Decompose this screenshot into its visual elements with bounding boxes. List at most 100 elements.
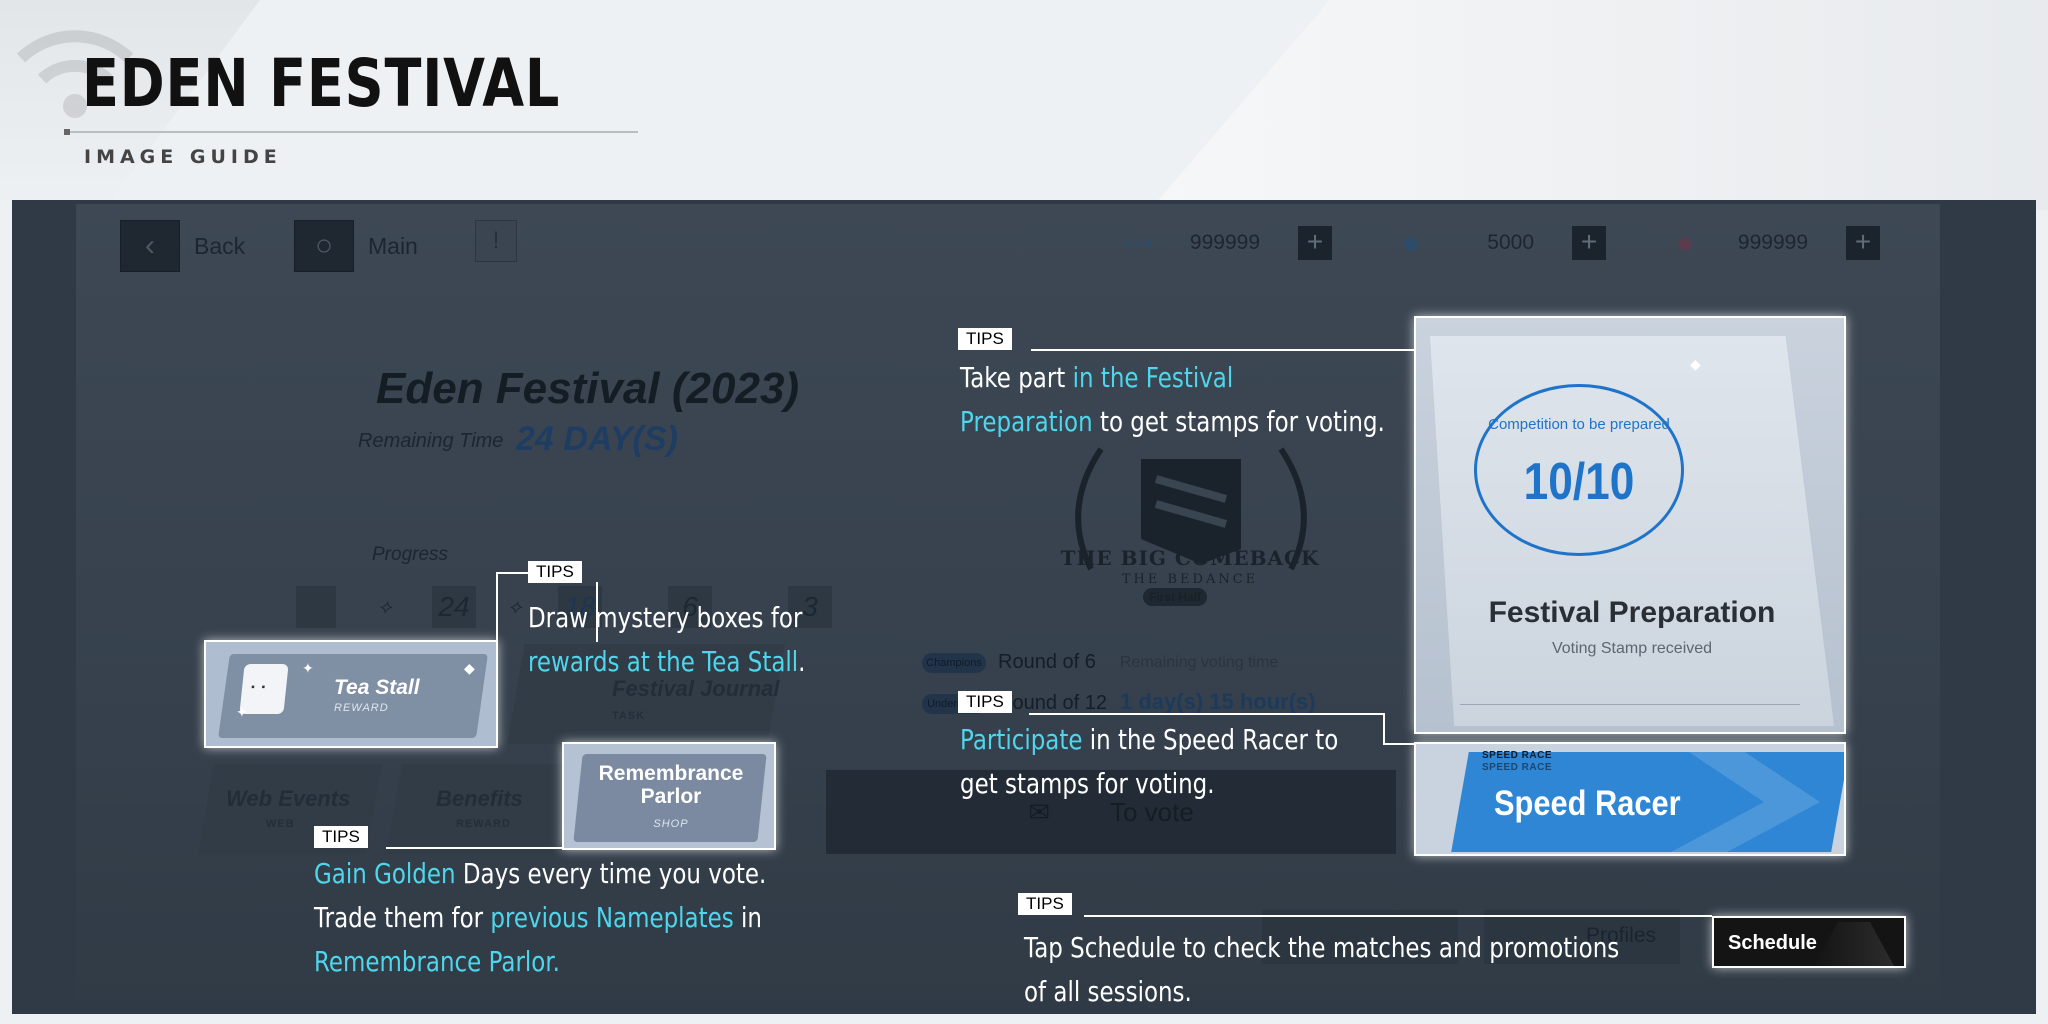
- tip-line: Gain Golden Days every time you vote.: [314, 852, 766, 896]
- tip-line: of all sessions.: [1024, 975, 1192, 1008]
- callout-line: [1383, 713, 1385, 745]
- tip-festival-preparation: Take part in the Festival Preparation to…: [960, 356, 1385, 444]
- progress-arrow-icon: ⟡: [378, 596, 392, 618]
- tip-line: Take part in the Festival: [960, 356, 1385, 400]
- callout-line: [1029, 713, 1385, 715]
- add-ticket-button[interactable]: +: [1298, 226, 1332, 260]
- preparation-caption: Competition to be prepared: [1488, 416, 1670, 433]
- callout-line: [1084, 915, 1712, 917]
- tea-stall-sub: REWARD: [334, 702, 389, 714]
- tip-text: Days every time you vote.: [455, 857, 767, 890]
- tip-text: Take part: [960, 361, 1073, 394]
- festival-preparation-card[interactable]: ◆ Competition to be prepared 10/10 Festi…: [1414, 316, 1846, 734]
- tip-line: Preparation to get stamps for voting.: [960, 400, 1385, 444]
- tip-golden-days: Gain Golden Days every time you vote. Tr…: [314, 852, 766, 984]
- back-label: Back: [194, 232, 246, 259]
- web-events-sub: WEB: [266, 818, 295, 830]
- emblem-subtitle: THE BEDANCE: [1121, 572, 1259, 587]
- tips-tag: TIPS: [958, 328, 1012, 350]
- page-title: EDEN FESTIVAL: [82, 45, 561, 122]
- emblem-title: THE BIG COMEBACK: [1060, 546, 1320, 570]
- tips-tag: TIPS: [958, 691, 1012, 713]
- tip-line: Remembrance Parlor.: [314, 945, 560, 978]
- preparation-count: 10/10: [1523, 453, 1635, 511]
- page-subtitle: IMAGE GUIDE: [84, 146, 282, 168]
- festival-journal-sub: TASK: [612, 710, 646, 722]
- diamond-icon: ◆: [1690, 356, 1701, 372]
- tip-highlight: previous Nameplates: [490, 901, 734, 934]
- tea-stall-button[interactable]: ✦ ✦ ◆ Tea Stall REWARD: [204, 640, 498, 748]
- chevron-right-icon: [1671, 752, 1829, 852]
- web-events-label: Web Events: [226, 786, 351, 811]
- progress-start-icon: [296, 586, 336, 628]
- callout-line: [496, 572, 498, 642]
- round2-label: Round of 12: [998, 692, 1107, 714]
- info-icon[interactable]: !: [475, 220, 517, 262]
- round1-label: Round of 6: [998, 651, 1096, 673]
- add-stamp-button[interactable]: +: [1572, 226, 1606, 260]
- remaining-time-value: 24 DAY(S): [516, 420, 678, 458]
- festival-preparation-title: Festival Preparation: [1488, 596, 1776, 629]
- parlor-label: Remembrance Parlor: [598, 762, 744, 808]
- currency-value: 999999: [1189, 231, 1260, 254]
- tip-highlight: in the Festival: [1072, 361, 1234, 394]
- tea-stall-label: Tea Stall: [334, 676, 420, 699]
- tip-highlight: Participate: [960, 723, 1083, 756]
- remaining-voting-label: Remaining voting time: [1120, 654, 1279, 671]
- sparkle-icon: ✦: [236, 704, 248, 720]
- callout-line: [496, 572, 528, 574]
- diamond-icon: ◆: [464, 660, 475, 676]
- remaining-time-label: Remaining Time: [358, 430, 504, 452]
- tip-line: Trade them for previous Nameplates in: [314, 896, 766, 940]
- header-decoration-right: [1150, 0, 2048, 210]
- tip-highlight: rewards at the Tea Stall: [528, 645, 799, 678]
- tip-highlight: Preparation: [960, 405, 1093, 438]
- add-gem-button[interactable]: +: [1846, 226, 1880, 260]
- tip-schedule: Tap Schedule to check the matches and pr…: [1024, 926, 1619, 1014]
- back-arrow-icon: ‹: [120, 220, 180, 272]
- main-label: Main: [368, 232, 418, 259]
- currency-stamp: ◆ 5000 +: [1390, 226, 1606, 260]
- speed-racer-label: Speed Racer: [1494, 784, 1681, 823]
- main-button[interactable]: ○ Main: [294, 220, 418, 272]
- tip-text: in: [733, 901, 762, 934]
- tip-text: in the Speed Racer to: [1082, 723, 1339, 756]
- tip-line: rewards at the Tea Stall.: [528, 640, 805, 684]
- champions-badge: Champions: [922, 653, 986, 673]
- event-title: Eden Festival (2023): [376, 364, 800, 413]
- tips-tag: TIPS: [528, 561, 582, 583]
- stamp-icon: ◆: [1402, 230, 1420, 255]
- speed-race-tag: SPEED RACE SPEED RACE: [1482, 750, 1552, 774]
- progress-label: Progress: [372, 544, 449, 565]
- currency-value: 999999: [1737, 231, 1808, 254]
- first-half-badge: First Half: [1143, 588, 1207, 606]
- voting-countdown: 1 day(s) 15 hour(s): [1120, 689, 1316, 714]
- benefits-sub: REWARD: [456, 818, 511, 830]
- tip-text: .: [798, 645, 806, 678]
- currency-value: 5000: [1487, 231, 1534, 254]
- ticket-icon: ⟿: [1121, 230, 1153, 255]
- divider: [1460, 704, 1800, 705]
- tip-line: Tap Schedule to check the matches and pr…: [1024, 931, 1620, 964]
- remembrance-parlor-button[interactable]: Remembrance Parlor SHOP: [562, 742, 776, 850]
- tips-tag: TIPS: [314, 826, 368, 848]
- progress-step: 24: [432, 586, 476, 628]
- tip-speed-racer: Participate in the Speed Racer to get st…: [960, 718, 1338, 806]
- benefits-label: Benefits: [436, 786, 523, 811]
- gem-icon: ◆: [1676, 230, 1694, 255]
- tip-text: Trade them for: [314, 901, 491, 934]
- home-circle-icon: ○: [294, 220, 354, 272]
- callout-line: [1383, 743, 1414, 745]
- back-button[interactable]: ‹ Back: [120, 220, 245, 272]
- schedule-button[interactable]: Schedule: [1712, 916, 1906, 968]
- title-divider: [64, 129, 638, 135]
- tips-tag: TIPS: [1018, 893, 1072, 915]
- speed-race-tag-line: SPEED RACE: [1482, 762, 1553, 773]
- tip-line: Participate in the Speed Racer to: [960, 718, 1338, 762]
- festival-preparation-sub: Voting Stamp received: [1551, 640, 1713, 657]
- callout-line: [386, 847, 562, 849]
- tip-text: to get stamps for voting.: [1092, 405, 1385, 438]
- tip-tea-stall: Draw mystery boxes for rewards at the Te…: [528, 596, 805, 684]
- speed-racer-button[interactable]: SPEED RACE SPEED RACE Speed Racer: [1414, 742, 1846, 856]
- speed-race-tag-line: SPEED RACE: [1482, 750, 1553, 761]
